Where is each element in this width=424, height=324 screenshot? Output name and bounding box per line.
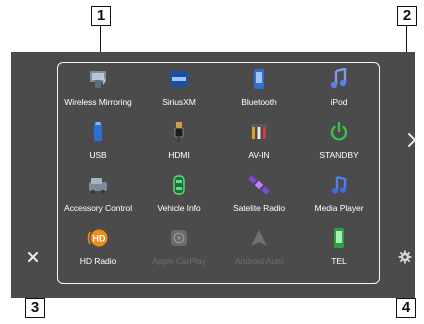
source-tile-android-auto[interactable]: Android Auto bbox=[219, 225, 299, 275]
settings-button[interactable] bbox=[397, 249, 413, 265]
android-auto-icon bbox=[251, 230, 267, 246]
close-icon bbox=[28, 252, 38, 262]
svg-text:HD: HD bbox=[93, 234, 106, 244]
phone-icon bbox=[334, 228, 344, 248]
callout-3: 3 bbox=[25, 298, 45, 318]
chevron-right-icon bbox=[408, 133, 417, 147]
source-tile-standby[interactable]: STANDBY bbox=[299, 119, 379, 169]
source-tile-bluetooth[interactable]: Bluetooth bbox=[219, 66, 299, 116]
vehicle-info-icon bbox=[173, 175, 185, 195]
usb-icon bbox=[94, 122, 102, 141]
source-tile-hd-radio[interactable]: HD HD Radio bbox=[58, 225, 138, 275]
gear-icon bbox=[398, 250, 412, 264]
callout-1: 1 bbox=[91, 6, 111, 26]
callout-2: 2 bbox=[397, 6, 417, 26]
source-tile-accessory-control[interactable]: Accessory Control bbox=[58, 172, 138, 222]
wireless-mirroring-icon bbox=[90, 71, 106, 88]
close-button[interactable] bbox=[25, 249, 41, 265]
source-tile-media-player[interactable]: Media Player bbox=[299, 172, 379, 222]
source-tile-tel[interactable]: TEL bbox=[299, 225, 379, 275]
hdmi-icon bbox=[174, 122, 184, 142]
source-tile-wireless-mirroring[interactable]: Wireless Mirroring bbox=[58, 66, 138, 116]
source-tile-vehicle-info[interactable]: Vehicle Info bbox=[139, 172, 219, 222]
siriusxm-icon bbox=[170, 71, 188, 87]
source-tile-satellite-radio[interactable]: Satelite Radio bbox=[219, 172, 299, 222]
power-icon bbox=[330, 121, 348, 141]
source-tile-ipod[interactable]: iPod bbox=[299, 66, 379, 116]
ipod-icon bbox=[330, 68, 347, 89]
accessory-control-icon bbox=[89, 178, 107, 195]
source-tile-siriusxm[interactable]: SiriusXM bbox=[139, 66, 219, 116]
source-tile-hdmi[interactable]: HDMI bbox=[139, 119, 219, 169]
apple-carplay-icon bbox=[171, 230, 187, 246]
media-player-icon bbox=[332, 175, 347, 194]
source-tile-usb[interactable]: USB bbox=[58, 119, 138, 169]
next-page-button[interactable] bbox=[404, 129, 420, 151]
hd-radio-icon: HD bbox=[87, 229, 108, 247]
bluetooth-audio-icon bbox=[254, 69, 264, 89]
source-tile-av-in[interactable]: AV-IN bbox=[219, 119, 299, 169]
av-in-icon bbox=[251, 124, 267, 139]
callout-4: 4 bbox=[396, 298, 416, 318]
satellite-icon bbox=[248, 175, 270, 195]
source-tile-apple-carplay[interactable]: Apple CarPlay bbox=[139, 225, 219, 275]
